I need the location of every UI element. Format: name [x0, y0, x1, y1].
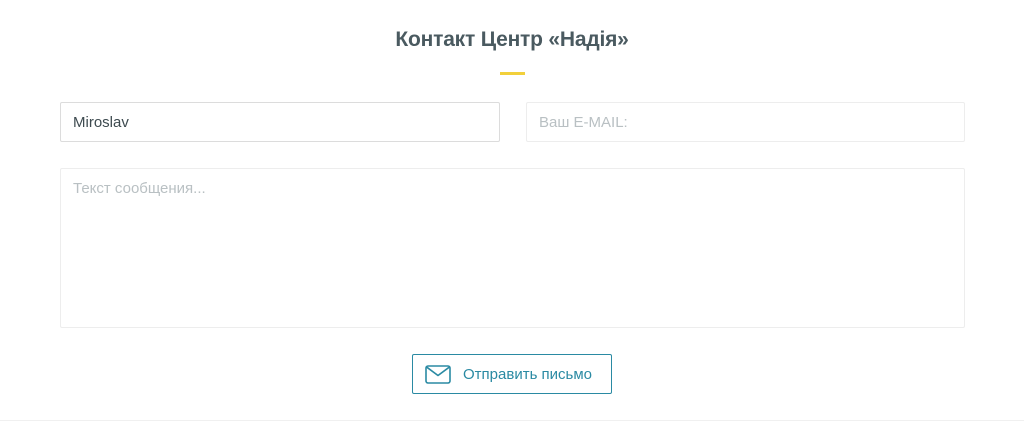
- envelope-icon: [425, 365, 451, 384]
- send-button-label: Отправить письмо: [463, 366, 593, 383]
- message-textarea[interactable]: [60, 168, 965, 328]
- send-message-button[interactable]: Отправить письмо: [412, 354, 612, 394]
- title-underline: [500, 72, 525, 75]
- contact-form-section: Контакт Центр «Надія» Отправить письмо: [0, 0, 1024, 421]
- email-input[interactable]: [526, 102, 965, 142]
- form-title: Контакт Центр «Надія»: [395, 28, 629, 51]
- name-input[interactable]: [60, 102, 500, 142]
